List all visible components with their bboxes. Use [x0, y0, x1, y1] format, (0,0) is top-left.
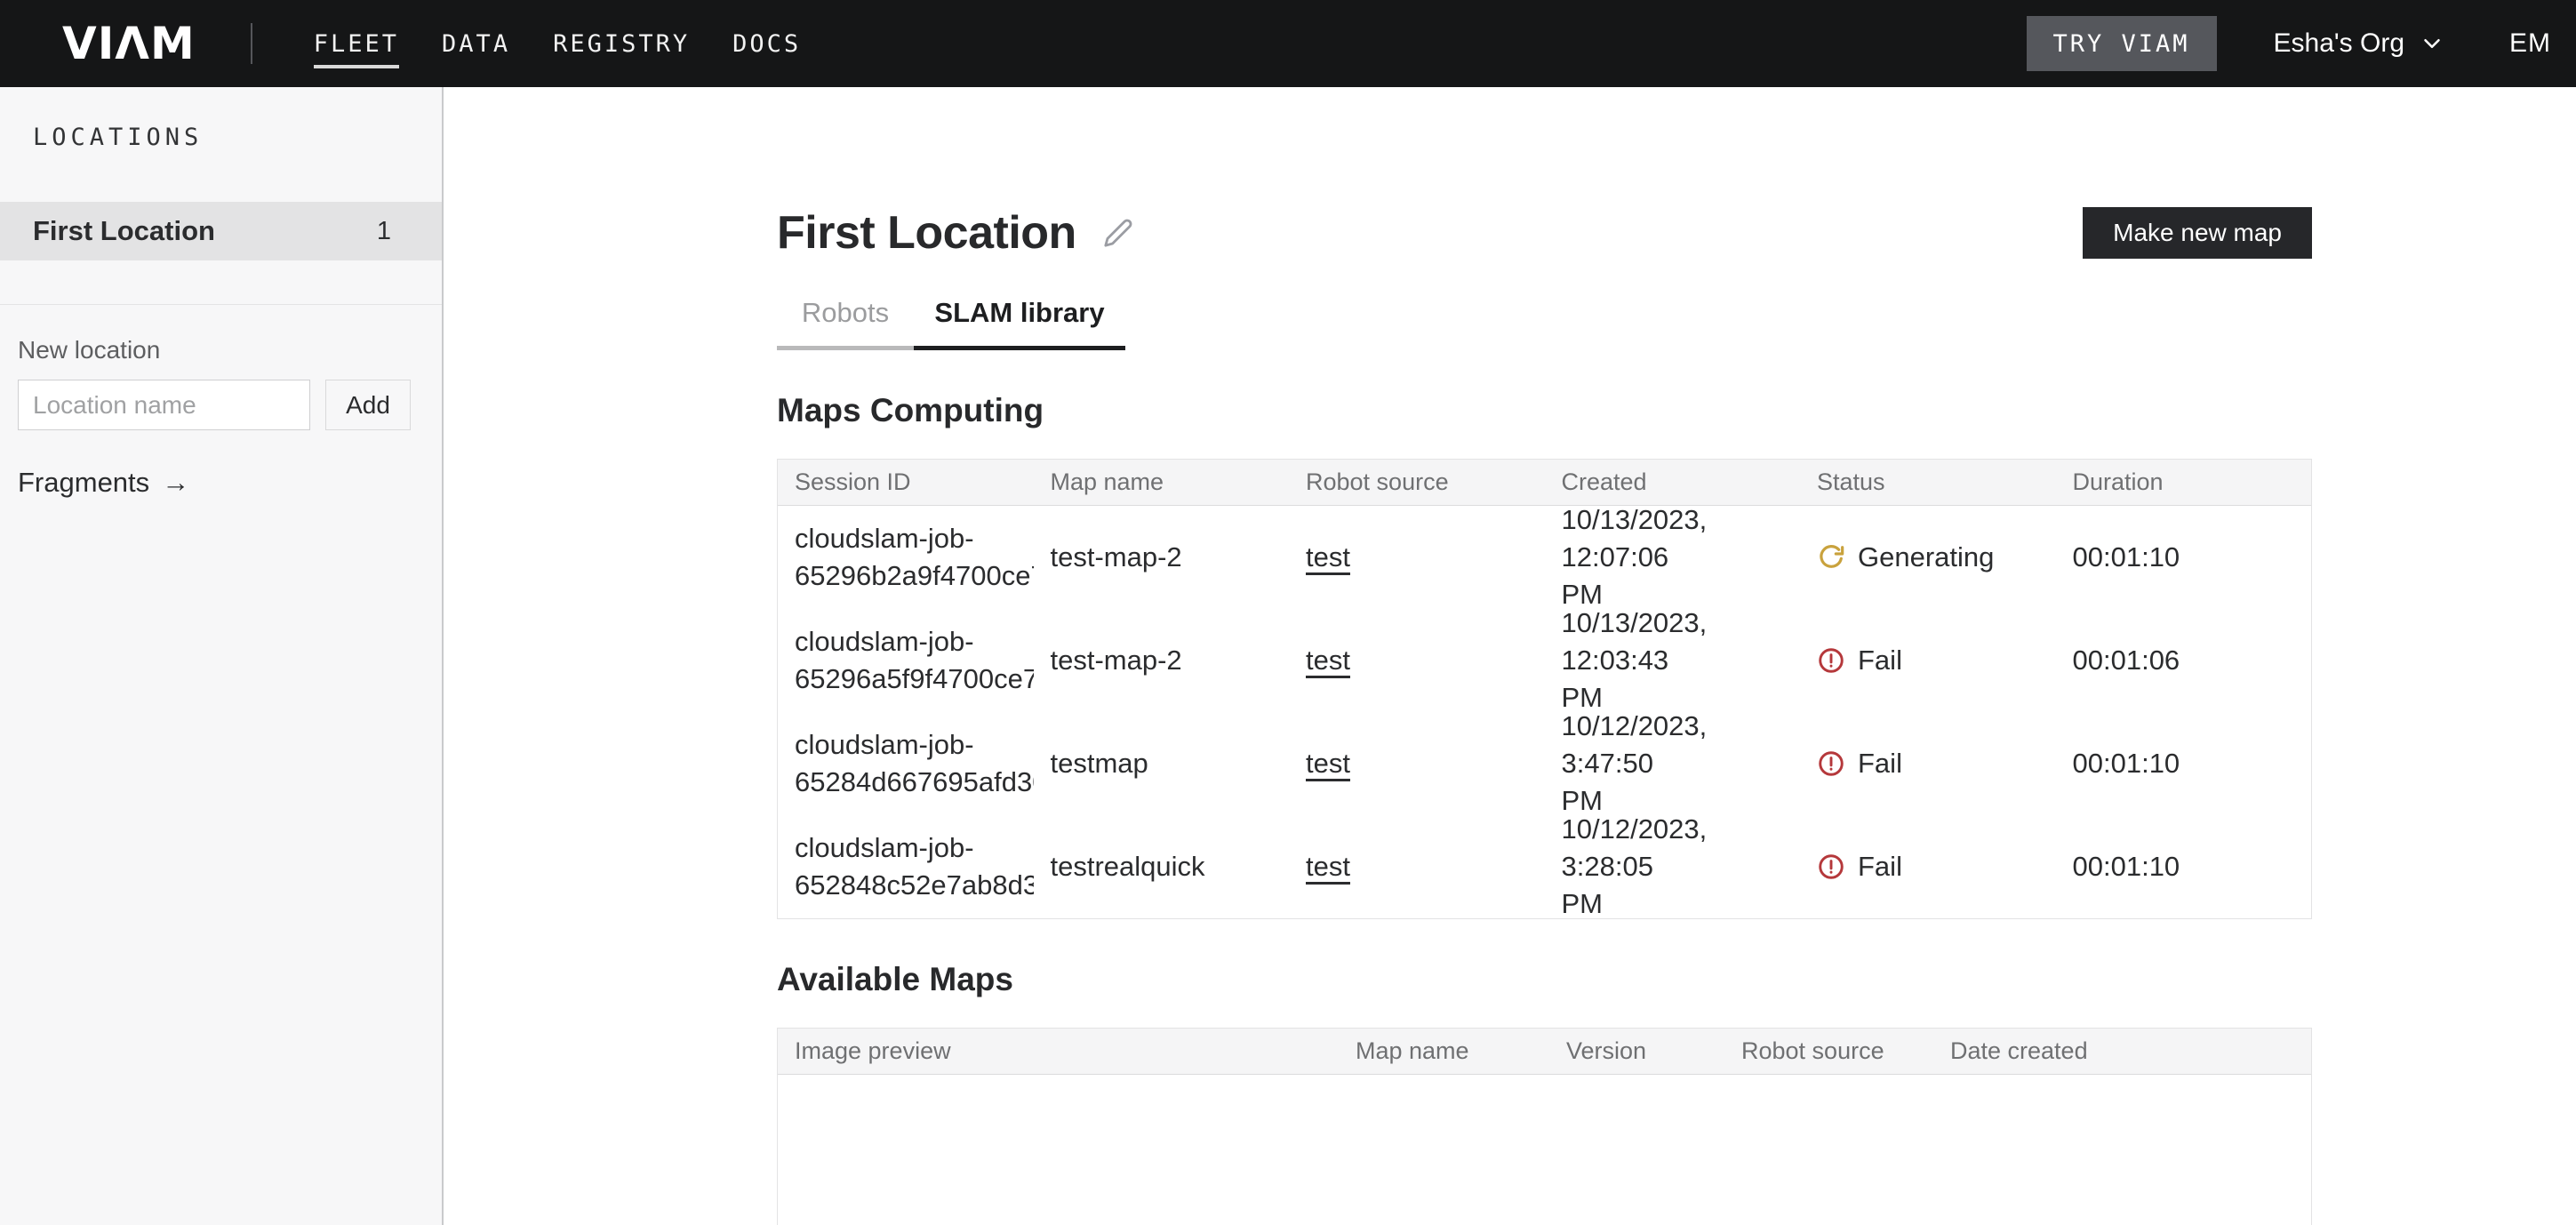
- column-header-robot-source: Robot source: [1724, 1037, 1933, 1065]
- available-maps-header-row: Image preview Map name Version Robot sou…: [778, 1029, 2311, 1075]
- nav-item-registry[interactable]: REGISTRY: [553, 0, 690, 87]
- status-cell: Generating: [1800, 539, 2056, 576]
- content: First Location Make new map Robots SLAM …: [777, 206, 2312, 1225]
- column-header-robot-source: Robot source: [1289, 468, 1545, 496]
- map-name-cell: test-map-2: [1034, 642, 1290, 679]
- locations-sidebar: LOCATIONS First Location 1 New location …: [0, 87, 444, 1225]
- tabs: Robots SLAM library: [777, 297, 2312, 350]
- robot-source-link[interactable]: test: [1306, 748, 1350, 779]
- maps-computing-heading: Maps Computing: [777, 392, 2312, 429]
- fail-alert-icon: [1817, 749, 1845, 778]
- new-location-row: Add: [18, 380, 424, 430]
- fail-alert-icon: [1817, 853, 1845, 881]
- app-root: VIΛM FLEET DATA REGISTRY DOCS TRY VIAM E…: [0, 0, 2576, 1225]
- nav-item-data[interactable]: DATA: [442, 0, 510, 87]
- main-area: First Location Make new map Robots SLAM …: [444, 87, 2576, 1225]
- location-robot-count: 1: [377, 217, 391, 246]
- sidebar-lower: New location Add Fragments →: [0, 336, 442, 499]
- chevron-down-icon: [2419, 30, 2445, 57]
- make-new-map-button[interactable]: Make new map: [2083, 207, 2312, 259]
- column-header-created: Created: [1545, 468, 1801, 496]
- column-header-image-preview: Image preview: [778, 1037, 1339, 1065]
- created-cell: 10/12/2023, 3:47:50 PM: [1545, 708, 1801, 820]
- new-location-label: New location: [18, 336, 424, 364]
- nav-divider: [251, 23, 252, 64]
- map-name-cell: testrealquick: [1034, 848, 1290, 885]
- nav-right: TRY VIAM Esha's Org EM: [2027, 16, 2552, 71]
- duration-cell: 00:01:10: [2056, 745, 2312, 782]
- tab-slam-library[interactable]: SLAM library: [914, 297, 1125, 350]
- table-row: cloudslam-job- 65296a5f9f4700ce73 test-m…: [778, 609, 2311, 712]
- viam-logo[interactable]: VIΛM: [62, 18, 196, 69]
- top-nav: VIΛM FLEET DATA REGISTRY DOCS TRY VIAM E…: [0, 0, 2576, 87]
- location-name-input[interactable]: [18, 380, 310, 430]
- column-header-version: Version: [1549, 1037, 1724, 1065]
- table-row: cloudslam-job- 652848c52e7ab8d3b9 testre…: [778, 815, 2311, 918]
- session-id-cell: cloudslam-job- 65296b2a9f4700ce73: [778, 520, 1034, 595]
- maps-computing-table: Session ID Map name Robot source Created…: [777, 459, 2312, 919]
- duration-cell: 00:01:10: [2056, 539, 2312, 576]
- sidebar-divider: [0, 304, 442, 305]
- location-header: First Location Make new map: [777, 206, 2312, 260]
- column-header-status: Status: [1800, 468, 2056, 496]
- status-label: Fail: [1858, 848, 1902, 885]
- column-header-map-name: Map name: [1034, 468, 1290, 496]
- status-label: Fail: [1858, 745, 1902, 782]
- duration-cell: 00:01:06: [2056, 642, 2312, 679]
- column-header-date-created: Date created: [1933, 1037, 2311, 1065]
- nav-item-fleet[interactable]: FLEET: [314, 0, 399, 87]
- fragments-link[interactable]: Fragments →: [18, 467, 189, 499]
- column-header-map-name: Map name: [1339, 1037, 1549, 1065]
- created-cell: 10/12/2023, 3:28:05 PM: [1545, 811, 1801, 923]
- session-id-cell: cloudslam-job- 65296a5f9f4700ce73: [778, 623, 1034, 698]
- session-id-cell: cloudslam-job- 65284d667695afd304: [778, 726, 1034, 801]
- nav-item-docs[interactable]: DOCS: [732, 0, 801, 87]
- column-header-session-id: Session ID: [778, 468, 1034, 496]
- sidebar-heading: LOCATIONS: [0, 87, 442, 151]
- status-cell: Fail: [1800, 642, 2056, 679]
- shell: LOCATIONS First Location 1 New location …: [0, 87, 2576, 1225]
- created-cell: 10/13/2023, 12:03:43 PM: [1545, 604, 1801, 717]
- add-location-button[interactable]: Add: [325, 380, 411, 430]
- maps-computing-header-row: Session ID Map name Robot source Created…: [778, 460, 2311, 506]
- created-cell: 10/13/2023, 12:07:06 PM: [1545, 501, 1801, 613]
- tab-robots[interactable]: Robots: [777, 297, 914, 350]
- available-maps-body: [778, 1075, 2311, 1225]
- status-label: Fail: [1858, 642, 1902, 679]
- fail-alert-icon: [1817, 646, 1845, 675]
- location-name: First Location: [33, 215, 215, 247]
- org-name: Esha's Org: [2274, 28, 2404, 59]
- generating-spinner-icon: [1817, 543, 1845, 572]
- arrow-right-icon: →: [162, 467, 189, 499]
- robot-source-link[interactable]: test: [1306, 645, 1350, 676]
- org-switcher[interactable]: Esha's Org: [2274, 28, 2445, 59]
- robot-source-link[interactable]: test: [1306, 851, 1350, 882]
- sidebar-item-first-location[interactable]: First Location 1: [0, 202, 442, 260]
- table-row: cloudslam-job- 65284d667695afd304 testma…: [778, 712, 2311, 815]
- status-cell: Fail: [1800, 745, 2056, 782]
- try-viam-button[interactable]: TRY VIAM: [2027, 16, 2217, 71]
- map-name-cell: test-map-2: [1034, 539, 1290, 576]
- duration-cell: 00:01:10: [2056, 848, 2312, 885]
- status-cell: Fail: [1800, 848, 2056, 885]
- user-avatar[interactable]: EM: [2509, 28, 2551, 59]
- fragments-label: Fragments: [18, 467, 149, 499]
- table-row: cloudslam-job- 65296b2a9f4700ce73 test-m…: [778, 506, 2311, 609]
- robot-source-link[interactable]: test: [1306, 541, 1350, 572]
- nav-links: FLEET DATA REGISTRY DOCS: [314, 0, 801, 87]
- edit-pencil-icon[interactable]: [1103, 218, 1133, 248]
- map-name-cell: testmap: [1034, 745, 1290, 782]
- status-label: Generating: [1858, 539, 1994, 576]
- page-title: First Location: [777, 206, 1076, 260]
- column-header-duration: Duration: [2056, 468, 2312, 496]
- location-title-group: First Location: [777, 206, 1133, 260]
- available-maps-table: Image preview Map name Version Robot sou…: [777, 1028, 2312, 1225]
- maps-computing-body: cloudslam-job- 65296b2a9f4700ce73 test-m…: [778, 506, 2311, 918]
- session-id-cell: cloudslam-job- 652848c52e7ab8d3b9: [778, 829, 1034, 904]
- available-maps-heading: Available Maps: [777, 961, 2312, 998]
